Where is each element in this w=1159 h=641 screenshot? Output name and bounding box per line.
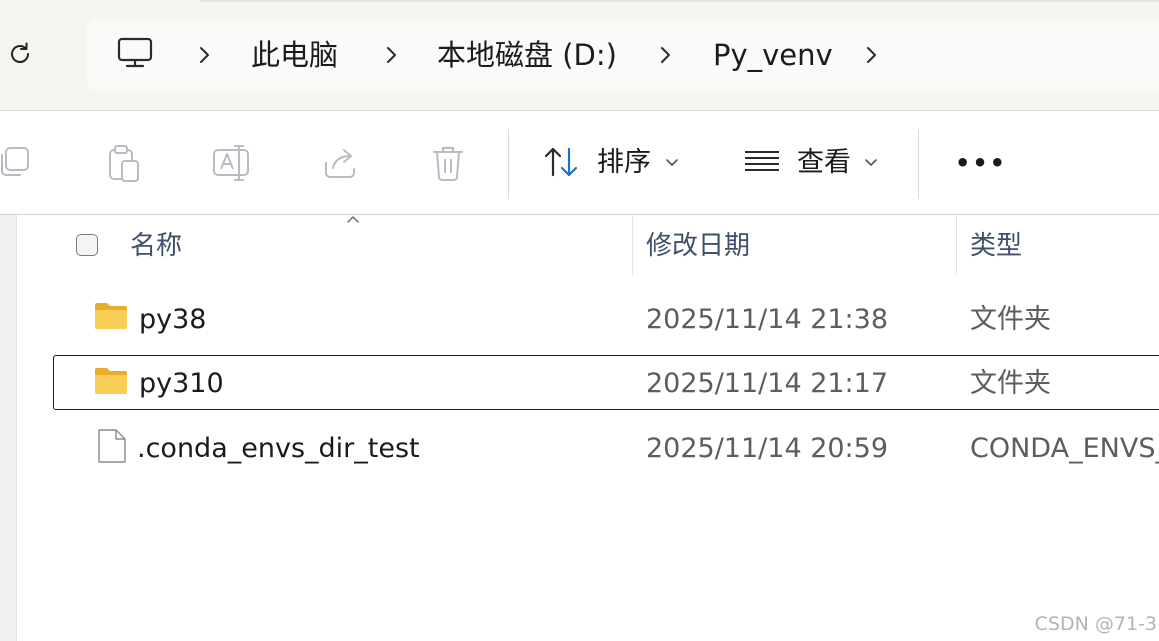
view-list-icon[interactable] <box>740 141 784 185</box>
rename-icon[interactable] <box>210 141 254 185</box>
folder-icon <box>95 368 127 394</box>
watermark: CSDN @71-3 <box>1034 613 1157 635</box>
file-date-modified: 2025/11/14 21:17 <box>646 368 889 399</box>
refresh-button[interactable] <box>4 38 36 70</box>
chevron-right-icon[interactable] <box>863 44 879 66</box>
command-bar: 排序 查看 ••• <box>0 111 1159 215</box>
view-button[interactable]: 查看 <box>797 142 851 184</box>
chevron-right-icon[interactable] <box>657 44 673 66</box>
chevron-down-icon[interactable] <box>665 157 679 167</box>
chevron-right-icon[interactable] <box>196 44 212 66</box>
computer-monitor-icon[interactable] <box>116 36 154 70</box>
file-type: 文件夹 <box>970 304 1051 335</box>
sort-button[interactable]: 排序 <box>597 142 651 184</box>
sort-ascending-caret-icon <box>347 216 359 223</box>
navigation-pane-edge <box>0 215 17 641</box>
file-icon <box>98 429 126 463</box>
paste-icon[interactable] <box>102 141 146 185</box>
address-box[interactable] <box>87 19 1159 91</box>
delete-icon[interactable] <box>426 141 470 185</box>
share-icon[interactable] <box>318 141 362 185</box>
column-divider[interactable] <box>632 215 633 275</box>
sort-arrows-icon[interactable] <box>540 141 584 185</box>
file-type: 文件夹 <box>970 368 1051 399</box>
column-type[interactable]: 类型 <box>970 226 1022 266</box>
breadcrumb-local-disk[interactable]: 本地磁盘 (D:) <box>437 34 617 76</box>
chevron-down-icon[interactable] <box>864 157 878 167</box>
file-name[interactable]: py38 <box>139 300 206 340</box>
column-divider[interactable] <box>956 215 957 275</box>
toolbar-divider <box>508 129 509 199</box>
more-options-button[interactable]: ••• <box>955 142 1007 184</box>
select-all-checkbox[interactable] <box>76 234 98 256</box>
refresh-icon <box>11 42 29 63</box>
breadcrumb-py-venv[interactable]: Py_venv <box>713 34 833 76</box>
file-name[interactable]: py310 <box>139 364 224 404</box>
chevron-right-icon[interactable] <box>383 44 399 66</box>
file-date-modified: 2025/11/14 20:59 <box>646 433 889 464</box>
column-name[interactable]: 名称 <box>130 226 182 266</box>
title-bar-edge <box>200 0 1159 2</box>
file-date-modified: 2025/11/14 21:38 <box>646 304 889 335</box>
copy-icon[interactable] <box>0 141 34 185</box>
column-date-modified[interactable]: 修改日期 <box>646 226 750 266</box>
breadcrumb-this-pc[interactable]: 此电脑 <box>251 34 338 76</box>
file-name[interactable]: .conda_envs_dir_test <box>137 429 420 469</box>
file-type: CONDA_ENVS_ <box>970 433 1159 464</box>
folder-icon <box>95 303 127 329</box>
toolbar-divider <box>918 129 919 199</box>
